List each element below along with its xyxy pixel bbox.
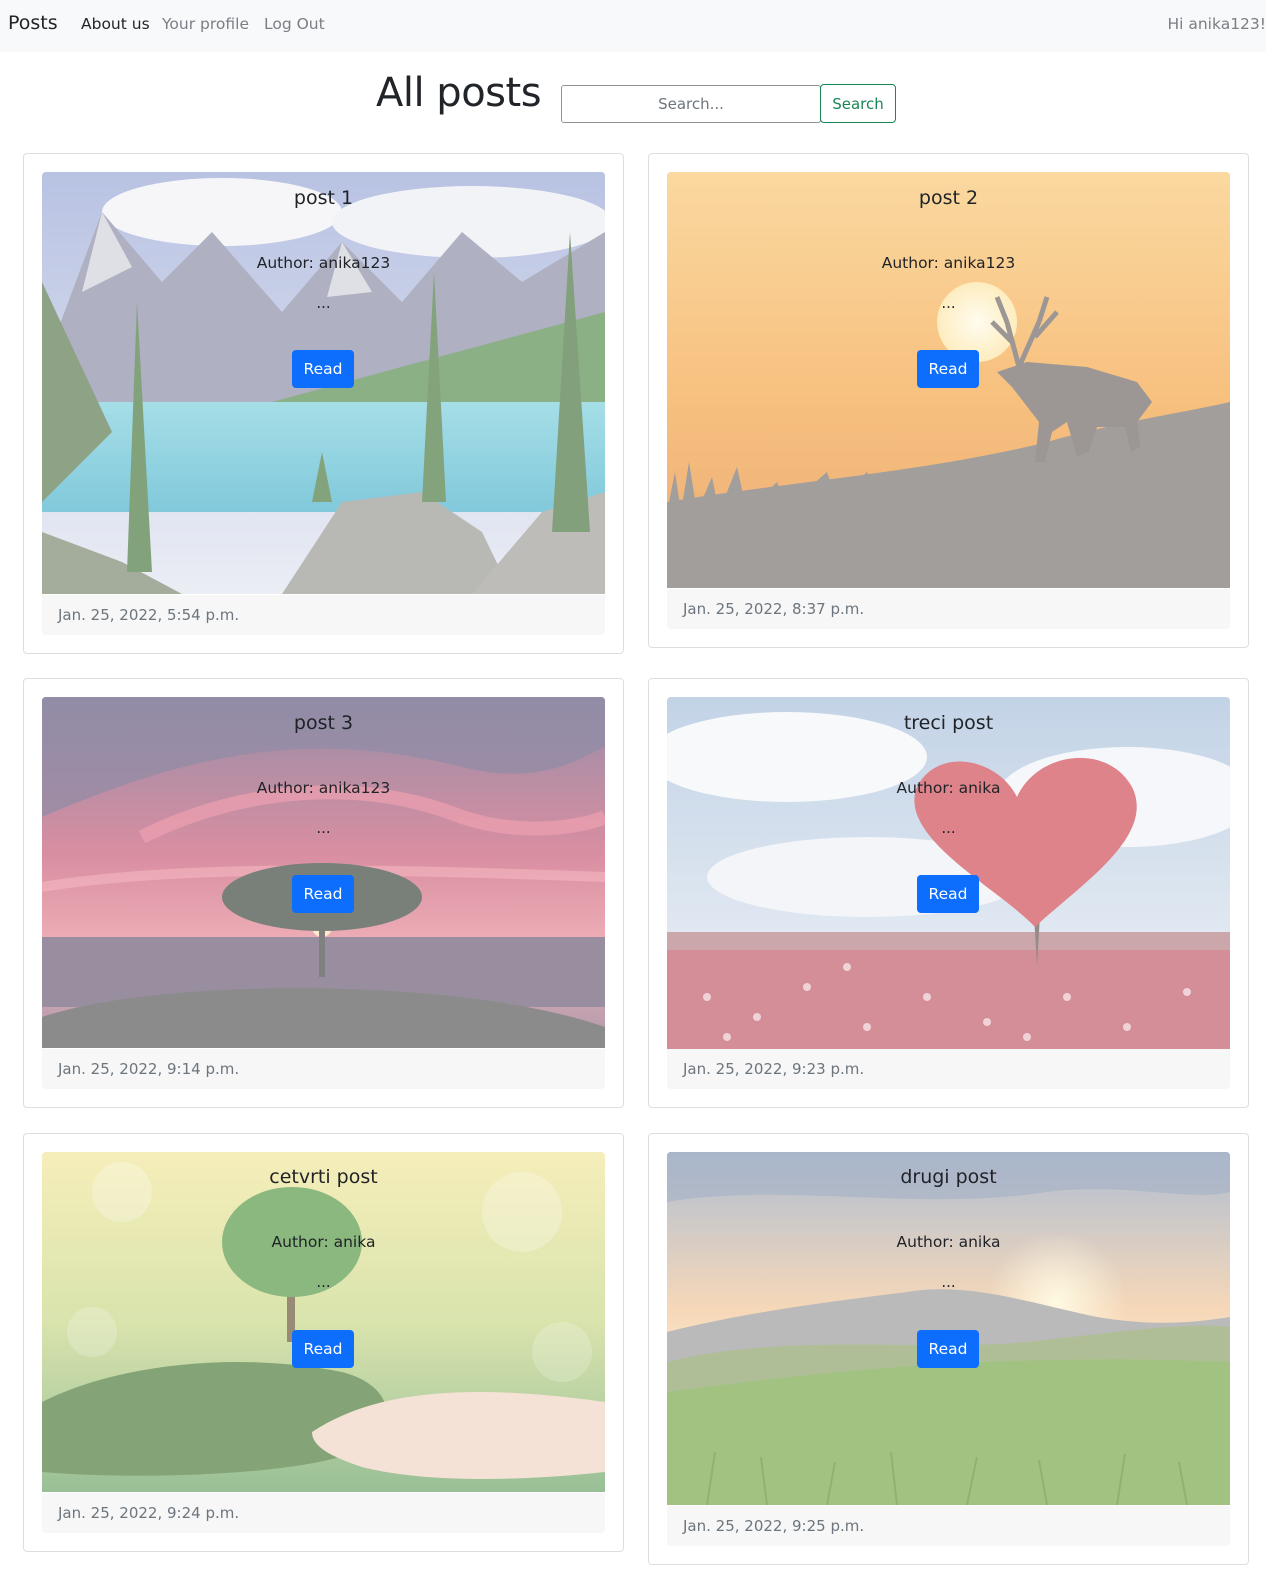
search-input[interactable]: [561, 85, 821, 123]
read-button[interactable]: Read: [917, 875, 979, 913]
post-excerpt: ...: [316, 294, 331, 312]
post-date: Jan. 25, 2022, 5:54 p.m.: [42, 595, 605, 635]
read-button[interactable]: Read: [292, 1330, 354, 1368]
post-card: post 3 Author: anika123 ... Read Jan. 25…: [23, 678, 624, 1108]
post-card: post 1 Author: anika123 ... Read Jan. 25…: [23, 153, 624, 654]
post-date: Jan. 25, 2022, 9:25 p.m.: [667, 1506, 1230, 1546]
post-image-heart-tree: [667, 697, 1230, 1049]
post-author: Author: anika123: [881, 254, 1016, 272]
post-title: drugi post: [900, 1166, 997, 1188]
post-card: treci post Author: anika ... Read Jan. 2…: [648, 678, 1249, 1108]
post-title: treci post: [903, 712, 994, 734]
post-date: Jan. 25, 2022, 8:37 p.m.: [667, 589, 1230, 629]
post-excerpt: ...: [316, 819, 331, 837]
post-title: post 3: [293, 712, 354, 734]
post-excerpt: ...: [941, 1273, 956, 1291]
post-title: post 2: [918, 187, 979, 209]
post-image-tree-in-hands: [42, 1152, 605, 1492]
post-author: Author: anika: [896, 1233, 1001, 1251]
read-button[interactable]: Read: [292, 350, 354, 388]
post-author: Author: anika123: [256, 254, 391, 272]
read-button[interactable]: Read: [917, 1330, 979, 1368]
post-title: cetvrti post: [269, 1166, 378, 1188]
nav-link-log-out[interactable]: Log Out: [264, 15, 325, 33]
nav-link-about-us[interactable]: About us: [81, 15, 150, 33]
post-author: Author: anika: [271, 1233, 376, 1251]
post-card: drugi post Author: anika ... Read Jan. 2…: [648, 1133, 1249, 1565]
post-date: Jan. 25, 2022, 9:14 p.m.: [42, 1049, 605, 1089]
post-excerpt: ...: [316, 1273, 331, 1291]
post-author: Author: anika123: [256, 779, 391, 797]
post-card: cetvrti post Author: anika ... Read Jan.…: [23, 1133, 624, 1552]
user-greeting: Hi anika123!: [1167, 15, 1266, 33]
read-button[interactable]: Read: [292, 875, 354, 913]
post-author: Author: anika: [896, 779, 1001, 797]
read-button[interactable]: Read: [917, 350, 979, 388]
navbar: Posts About us Your profile Log Out Hi a…: [0, 0, 1266, 52]
brand-link[interactable]: Posts: [8, 12, 58, 34]
post-excerpt: ...: [941, 294, 956, 312]
post-image-tree-sunset-sea: [42, 697, 605, 1048]
post-excerpt: ...: [941, 819, 956, 837]
post-image-meadow-sunrise: [667, 1152, 1230, 1505]
post-date: Jan. 25, 2022, 9:24 p.m.: [42, 1493, 605, 1533]
post-date: Jan. 25, 2022, 9:23 p.m.: [667, 1049, 1230, 1089]
search-button[interactable]: Search: [820, 84, 896, 123]
post-card: post 2 Author: anika123 ... Read Jan. 25…: [648, 153, 1249, 648]
nav-link-your-profile[interactable]: Your profile: [162, 15, 249, 33]
post-title: post 1: [293, 187, 354, 209]
page-title: All posts: [376, 70, 542, 116]
